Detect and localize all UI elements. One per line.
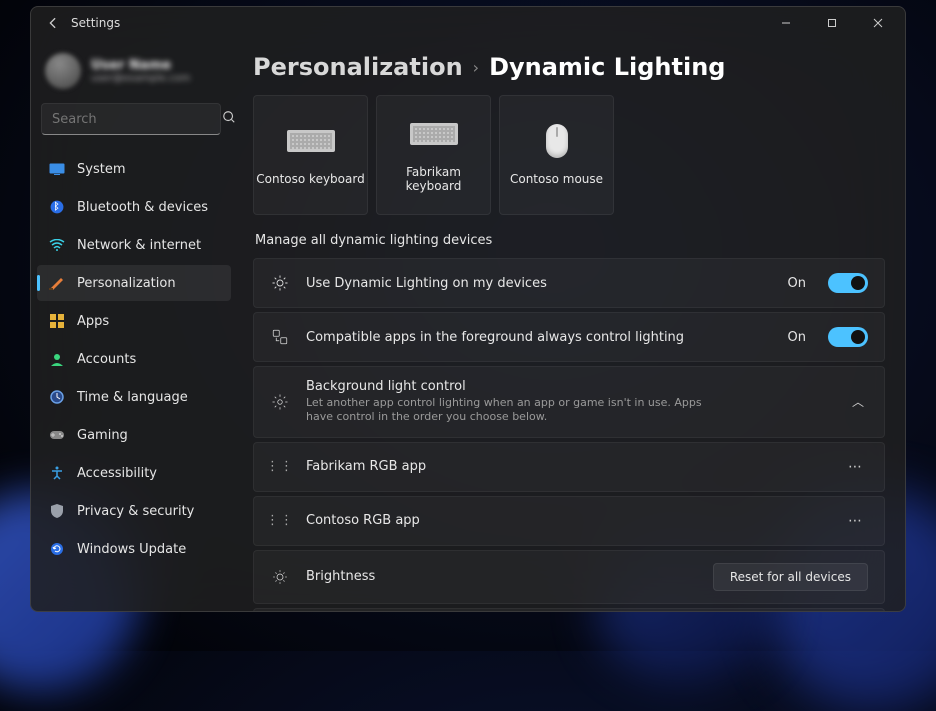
- app-title: Settings: [71, 16, 120, 30]
- sidebar: User Name user@example.com System Bluetoo…: [31, 39, 241, 611]
- minimize-button[interactable]: [763, 7, 809, 39]
- app-name: Contoso RGB app: [306, 513, 828, 528]
- chevron-up-icon[interactable]: ︿: [848, 389, 868, 414]
- titlebar: Settings: [31, 7, 905, 39]
- back-button[interactable]: [35, 16, 71, 30]
- section-header: Manage all dynamic lighting devices: [255, 233, 885, 248]
- brightness-reset-button[interactable]: Reset for all devices: [713, 563, 868, 591]
- device-label: Fabrikam keyboard: [377, 165, 490, 193]
- nav-label: Windows Update: [77, 542, 186, 557]
- background-light-control-card: Background light control Let another app…: [253, 366, 885, 438]
- brightness-icon: [270, 567, 290, 587]
- compatible-apps-card: Compatible apps in the foreground always…: [253, 312, 885, 362]
- accounts-icon: [49, 351, 65, 367]
- lighting-icon: [270, 273, 290, 293]
- nav-list: System Bluetooth & devices Network & inter…: [31, 151, 231, 567]
- gear-icon: [270, 392, 290, 412]
- row-title: Brightness: [306, 569, 697, 584]
- grip-icon[interactable]: ⋮⋮: [270, 511, 290, 531]
- brightness-card: Brightness Reset for all devices: [253, 550, 885, 604]
- toggle-state: On: [788, 276, 806, 291]
- account-header[interactable]: User Name user@example.com: [31, 39, 231, 103]
- accessibility-icon: [49, 465, 65, 481]
- network-icon: [49, 237, 65, 253]
- search-icon: [222, 110, 236, 128]
- avatar: [45, 53, 81, 89]
- bluetooth-icon: [49, 199, 65, 215]
- nav-item-time-language[interactable]: Time & language: [37, 379, 231, 415]
- settings-window: Settings User Name user@example.com Syst…: [30, 6, 906, 612]
- toggle-state: On: [788, 330, 806, 345]
- system-icon: [49, 161, 65, 177]
- nav-item-gaming[interactable]: Gaming: [37, 417, 231, 453]
- nav-label: Accessibility: [77, 466, 157, 481]
- nav-label: Personalization: [77, 276, 176, 291]
- row-title: Use Dynamic Lighting on my devices: [306, 276, 772, 291]
- nav-label: Network & internet: [77, 238, 201, 253]
- breadcrumb: Personalization › Dynamic Lighting: [253, 53, 885, 81]
- time-language-icon: [49, 389, 65, 405]
- nav-item-privacy-security[interactable]: Privacy & security: [37, 493, 231, 529]
- keyboard-icon: [410, 123, 458, 145]
- search-box[interactable]: [41, 103, 221, 135]
- row-title: Background light control: [306, 379, 832, 394]
- gaming-icon: [49, 427, 65, 443]
- use-dynamic-lighting-card: Use Dynamic Lighting on my devices On: [253, 258, 885, 308]
- nav-label: Bluetooth & devices: [77, 200, 208, 215]
- breadcrumb-current: Dynamic Lighting: [489, 53, 725, 81]
- row-subtitle: Let another app control lighting when an…: [306, 396, 706, 425]
- account-name: User Name: [91, 58, 190, 73]
- nav-label: Time & language: [77, 390, 188, 405]
- mouse-icon: [546, 124, 568, 158]
- account-email: user@example.com: [91, 73, 190, 84]
- use-dynamic-toggle[interactable]: [828, 273, 868, 293]
- nav-item-accounts[interactable]: Accounts: [37, 341, 231, 377]
- grip-icon[interactable]: ⋮⋮: [270, 457, 290, 477]
- nav-item-network-internet[interactable]: Network & internet: [37, 227, 231, 263]
- nav-item-accessibility[interactable]: Accessibility: [37, 455, 231, 491]
- apps-lighting-icon: [270, 327, 290, 347]
- row-title: Compatible apps in the foreground always…: [306, 330, 772, 345]
- app-name: Fabrikam RGB app: [306, 459, 828, 474]
- personalization-icon: [49, 275, 65, 291]
- device-card-contoso-mouse[interactable]: Contoso mouse: [499, 95, 614, 215]
- more-icon[interactable]: ⋯: [844, 459, 868, 475]
- device-label: Contoso keyboard: [256, 172, 364, 186]
- search-input[interactable]: [52, 112, 222, 127]
- bg-app-row: ⋮⋮ Contoso RGB app ⋯: [253, 496, 885, 546]
- nav-label: Apps: [77, 314, 109, 329]
- nav-item-system[interactable]: System: [37, 151, 231, 187]
- apps-icon: [49, 313, 65, 329]
- bg-app-row: ⋮⋮ Fabrikam RGB app ⋯: [253, 442, 885, 492]
- nav-label: System: [77, 162, 125, 177]
- effects-card: Effects Choose color themes and effects …: [253, 608, 885, 611]
- nav-item-windows-update[interactable]: Windows Update: [37, 531, 231, 567]
- device-card-fabrikam-keyboard[interactable]: Fabrikam keyboard: [376, 95, 491, 215]
- nav-label: Accounts: [77, 352, 136, 367]
- maximize-button[interactable]: [809, 7, 855, 39]
- device-label: Contoso mouse: [510, 172, 603, 186]
- device-card-contoso-keyboard[interactable]: Contoso keyboard: [253, 95, 368, 215]
- device-row: Contoso keyboard Fabrikam keyboard Contoso…: [253, 95, 885, 215]
- nav-item-personalization[interactable]: Personalization: [37, 265, 231, 301]
- breadcrumb-parent[interactable]: Personalization: [253, 53, 463, 81]
- nav-label: Gaming: [77, 428, 128, 443]
- nav-item-apps[interactable]: Apps: [37, 303, 231, 339]
- nav-label: Privacy & security: [77, 504, 194, 519]
- compatible-apps-toggle[interactable]: [828, 327, 868, 347]
- main-content: Personalization › Dynamic Lighting Conto…: [241, 39, 905, 611]
- more-icon[interactable]: ⋯: [844, 513, 868, 529]
- chevron-right-icon: ›: [473, 58, 479, 77]
- nav-item-bluetooth-devices[interactable]: Bluetooth & devices: [37, 189, 231, 225]
- update-icon: [49, 541, 65, 557]
- privacy-icon: [49, 503, 65, 519]
- close-button[interactable]: [855, 7, 901, 39]
- keyboard-icon: [287, 130, 335, 152]
